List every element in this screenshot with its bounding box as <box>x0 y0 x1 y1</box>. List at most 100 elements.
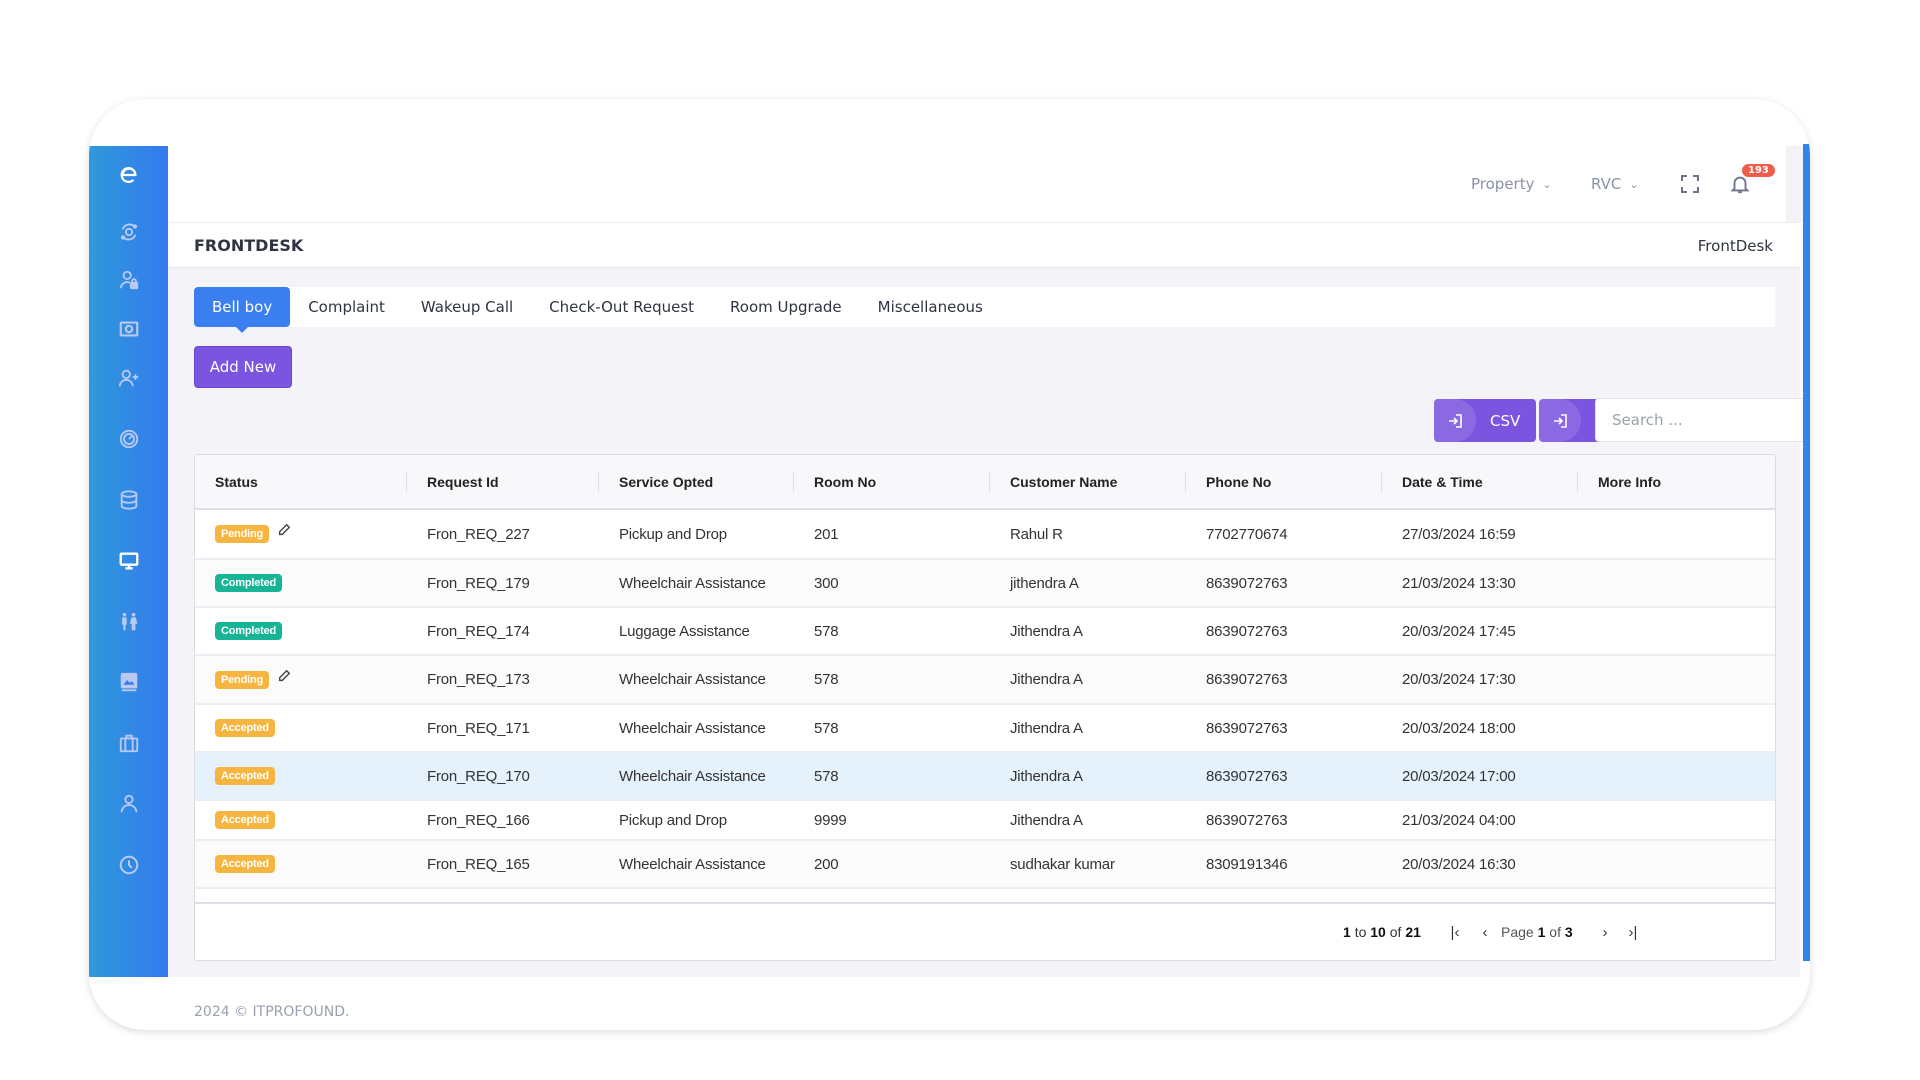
room-no-cell: 578 <box>814 767 839 785</box>
service-cell: Wheelchair Assistance <box>619 719 766 737</box>
sidebar-item-database[interactable] <box>89 480 168 520</box>
notifications-button[interactable] <box>1729 146 1751 222</box>
service-cell: Wheelchair Assistance <box>619 767 766 785</box>
chevron-left-icon: ‹ <box>1482 923 1488 941</box>
tab-room-upgrade[interactable]: Room Upgrade <box>712 287 860 327</box>
column-header-date-time[interactable]: Date & Time <box>1402 455 1483 508</box>
edit-pencil-icon[interactable] <box>277 669 291 683</box>
tab-check-out-request[interactable]: Check-Out Request <box>531 287 712 327</box>
room-no-cell: 578 <box>814 622 839 640</box>
previous-page-button[interactable]: ‹ <box>1475 920 1495 944</box>
sidebar-item-home[interactable] <box>89 155 168 195</box>
table-row[interactable]: Completed Fron_REQ_179 Wheelchair Assistan… <box>195 560 1775 608</box>
column-header-room-no[interactable]: Room No <box>814 455 876 508</box>
sidebar <box>89 146 168 977</box>
camera-icon <box>119 321 138 337</box>
export-icon <box>1434 399 1476 442</box>
property-label: Property <box>1471 175 1535 193</box>
tab-miscellaneous[interactable]: Miscellaneous <box>860 287 1001 327</box>
table-row[interactable]: Pending Fron_REQ_173 Wheelchair Assistance… <box>195 656 1775 705</box>
date-time-cell: 20/03/2024 17:00 <box>1402 767 1516 785</box>
sidebar-item-add-user[interactable] <box>89 358 168 398</box>
table-row[interactable]: Completed Fron_REQ_174 Luggage Assistance 5… <box>195 608 1775 656</box>
monitor-icon <box>119 552 138 570</box>
next-page-button[interactable]: › <box>1595 920 1615 944</box>
image-book-icon <box>120 672 137 692</box>
csv-label: CSV <box>1490 411 1521 430</box>
phone-no-cell: 8639072763 <box>1206 574 1288 592</box>
status-cell: Accepted <box>215 753 275 799</box>
tab-complaint[interactable]: Complaint <box>290 287 403 327</box>
column-header-request-id[interactable]: Request Id <box>427 455 499 508</box>
column-divider[interactable] <box>1381 472 1382 492</box>
column-header-more-info[interactable]: More Info <box>1598 455 1661 508</box>
room-no-cell: 9999 <box>814 811 847 829</box>
user-plus-icon <box>118 369 138 387</box>
date-time-cell: 20/03/2024 18:00 <box>1402 719 1516 737</box>
service-cell: Wheelchair Assistance <box>619 855 766 873</box>
phone-no-cell: 7702770674 <box>1206 525 1288 543</box>
table-row[interactable]: Accepted Fron_REQ_171 Wheelchair Assistanc… <box>195 705 1775 753</box>
rvc-dropdown[interactable]: RVC ⌄ <box>1591 146 1639 222</box>
date-time-cell: 20/03/2024 16:30 <box>1402 855 1516 873</box>
service-cell: Pickup and Drop <box>619 811 727 829</box>
page-title-bar: FRONTDESK FrontDesk <box>168 222 1800 268</box>
customer-name-cell: sudhakar kumar <box>1010 855 1115 873</box>
property-dropdown[interactable]: Property ⌄ <box>1471 146 1552 222</box>
export-csv-button[interactable]: CSV <box>1434 399 1537 442</box>
table-row[interactable]: Accepted Fron_REQ_170 Wheelchair Assistanc… <box>195 753 1775 801</box>
sidebar-item-frontdesk[interactable] <box>89 541 168 581</box>
column-header-status[interactable]: Status <box>215 455 258 508</box>
scrollbar[interactable] <box>1803 144 1810 961</box>
column-divider[interactable] <box>989 472 990 492</box>
fullscreen-button[interactable] <box>1680 146 1700 222</box>
phone-no-cell: 8639072763 <box>1206 811 1288 829</box>
search-input[interactable] <box>1595 398 1810 442</box>
date-time-cell: 20/03/2024 17:45 <box>1402 622 1516 640</box>
room-no-cell: 201 <box>814 525 839 543</box>
column-divider[interactable] <box>793 472 794 492</box>
chevron-down-icon: ⌄ <box>1629 177 1639 191</box>
request-id-cell: Fron_REQ_171 <box>427 719 530 737</box>
column-header-phone-no[interactable]: Phone No <box>1206 455 1271 508</box>
column-divider[interactable] <box>406 472 407 492</box>
tab-wakeup-call[interactable]: Wakeup Call <box>403 287 531 327</box>
requests-table: Status Request Id Service Opted Room No … <box>194 454 1776 961</box>
edit-pencil-icon[interactable] <box>277 523 291 537</box>
service-cell: Wheelchair Assistance <box>619 574 766 592</box>
table-row[interactable]: Pending Fron_REQ_227 Pickup and Drop 201 Rah… <box>195 510 1775 560</box>
user-icon <box>120 794 137 813</box>
status-cell: Completed <box>215 560 283 606</box>
column-divider[interactable] <box>1185 472 1186 492</box>
column-header-customer-name[interactable]: Customer Name <box>1010 455 1117 508</box>
tab-bell-boy[interactable]: Bell boy <box>194 287 291 333</box>
sidebar-item-user-lock[interactable] <box>89 260 168 300</box>
last-page-button[interactable]: ›| <box>1623 920 1643 944</box>
briefcase-icon <box>119 734 138 753</box>
table-row[interactable]: Accepted Fron_REQ_166 Pickup and Drop 9999 J… <box>195 801 1775 841</box>
dashboard-gauge-icon <box>119 429 138 449</box>
sidebar-item-orbit[interactable] <box>89 212 168 252</box>
sidebar-item-camera[interactable] <box>89 309 168 349</box>
add-new-button[interactable]: Add New <box>194 346 292 388</box>
request-id-cell: Fron_REQ_173 <box>427 671 530 688</box>
status-badge: Accepted <box>215 719 275 737</box>
table-row[interactable]: Accepted Fron_REQ_165 Wheelchair Assistanc… <box>195 841 1775 889</box>
sidebar-item-briefcase[interactable] <box>89 723 168 763</box>
status-badge: Pending <box>215 670 269 689</box>
sidebar-item-people[interactable] <box>89 602 168 642</box>
service-cell: Luggage Assistance <box>619 622 750 640</box>
column-divider[interactable] <box>1577 472 1578 492</box>
first-page-button[interactable]: |‹ <box>1445 920 1465 944</box>
column-divider[interactable] <box>598 472 599 492</box>
sidebar-item-gallery[interactable] <box>89 662 168 702</box>
customer-name-cell: Rahul R <box>1010 525 1063 543</box>
sidebar-item-history[interactable] <box>89 845 168 885</box>
request-id-cell: Fron_REQ_179 <box>427 574 530 592</box>
sidebar-item-dashboard[interactable] <box>89 419 168 459</box>
last-page-icon: ›| <box>1628 923 1638 941</box>
status-badge: Accepted <box>215 767 275 785</box>
breadcrumb: FrontDesk <box>1697 237 1773 255</box>
column-header-service-opted[interactable]: Service Opted <box>619 455 713 508</box>
sidebar-item-profile[interactable] <box>89 784 168 824</box>
